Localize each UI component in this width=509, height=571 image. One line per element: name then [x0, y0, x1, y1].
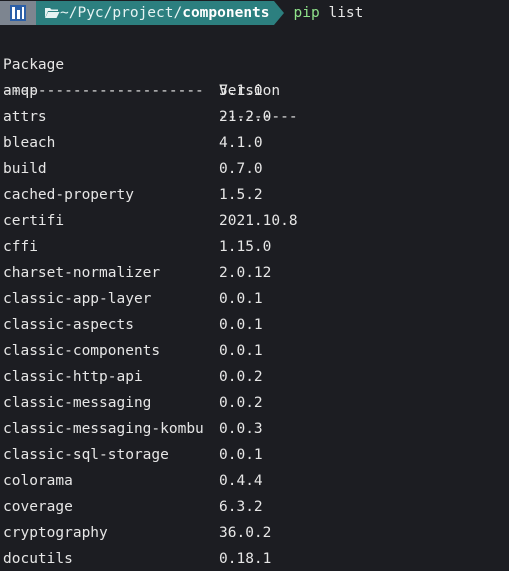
package-version: 5.1.0: [219, 83, 263, 99]
package-version: 0.4.4: [219, 473, 263, 489]
package-version: 4.1.0: [219, 135, 263, 151]
package-name: classic-aspects: [3, 317, 134, 333]
package-name: coverage: [3, 499, 73, 515]
package-version: 0.0.1: [219, 447, 263, 463]
package-version: 21.2.0: [219, 109, 272, 125]
command-line: pip list: [294, 5, 364, 21]
package-version: 0.0.1: [219, 291, 263, 307]
package-name: classic-messaging: [3, 395, 152, 411]
command-args: list: [328, 5, 364, 21]
package-version: 36.0.2: [219, 525, 272, 541]
folder-open-icon: [45, 8, 60, 18]
package-version: 0.0.3: [219, 421, 263, 437]
prompt-arrow: [273, 1, 284, 25]
package-name: colorama: [3, 473, 73, 489]
package-version: 6.3.2: [219, 499, 263, 515]
package-name: classic-http-api: [3, 369, 143, 385]
package-name: cached-property: [3, 187, 134, 203]
shell-prompt: ~/Pyc/project/components pip list: [0, 1, 363, 25]
package-name: cryptography: [3, 525, 108, 541]
package-version: 0.7.0: [219, 161, 263, 177]
prompt-os-segment: [0, 1, 36, 25]
package-version: 1.15.0: [219, 239, 272, 255]
package-version: 0.0.2: [219, 395, 263, 411]
prompt-path-segment: ~/Pyc/project/components: [36, 1, 274, 25]
terminal-window[interactable]: ~/Pyc/project/components pip list Packag…: [0, 0, 509, 571]
package-version: 0.18.1: [219, 551, 272, 567]
package-version: 0.0.2: [219, 369, 263, 385]
package-name: classic-sql-storage: [3, 447, 169, 463]
table-separator: ----------------------- ---------: [3, 52, 298, 125]
package-version: 2.0.12: [219, 265, 272, 281]
package-name: charset-normalizer: [3, 265, 161, 281]
package-name: amqp: [3, 83, 38, 99]
command-name: pip: [293, 5, 320, 21]
package-name: bleach: [3, 135, 56, 151]
package-name: certifi: [3, 213, 65, 229]
package-name: attrs: [3, 109, 47, 125]
package-name: classic-app-layer: [3, 291, 152, 307]
package-name: classic-messaging-kombu: [3, 421, 204, 437]
package-version: 2021.10.8: [219, 213, 298, 229]
terminal-app-icon: [10, 5, 26, 21]
prompt-path-current-dir: components: [182, 5, 270, 21]
package-version: 1.5.2: [219, 187, 263, 203]
prompt-path-prefix: ~/Pyc/project/: [60, 5, 183, 21]
table-header: Package Version: [3, 26, 280, 99]
package-version: 0.0.1: [219, 343, 263, 359]
package-name: cffi: [3, 239, 38, 255]
package-name: classic-components: [3, 343, 161, 359]
package-version: 0.0.1: [219, 317, 263, 333]
package-name: docutils: [3, 551, 73, 567]
package-name: build: [3, 161, 47, 177]
